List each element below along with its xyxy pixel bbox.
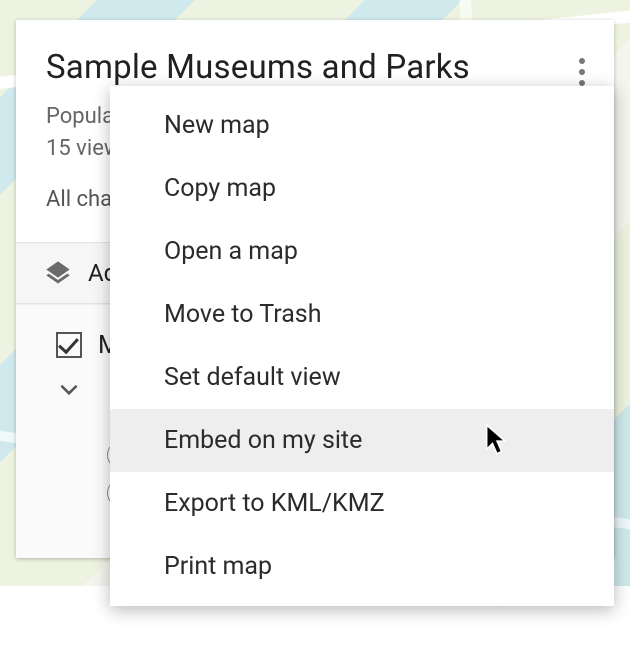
menu-item-print-map[interactable]: Print map (110, 535, 614, 598)
map-title[interactable]: Sample Museums and Parks (46, 48, 590, 87)
menu-item-new-map[interactable]: New map (110, 94, 614, 157)
layers-icon (44, 259, 72, 287)
checkbox-icon[interactable] (56, 332, 82, 358)
menu-item-open-map[interactable]: Open a map (110, 220, 614, 283)
menu-item-export-kml[interactable]: Export to KML/KMZ (110, 472, 614, 535)
menu-item-embed-on-my-site[interactable]: Embed on my site (110, 409, 614, 472)
menu-item-copy-map[interactable]: Copy map (110, 157, 614, 220)
menu-item-set-default-view[interactable]: Set default view (110, 346, 614, 409)
chevron-down-icon (56, 376, 82, 402)
menu-item-move-to-trash[interactable]: Move to Trash (110, 283, 614, 346)
options-menu: New map Copy map Open a map Move to Tras… (110, 86, 614, 606)
more-options-button[interactable] (568, 54, 596, 90)
